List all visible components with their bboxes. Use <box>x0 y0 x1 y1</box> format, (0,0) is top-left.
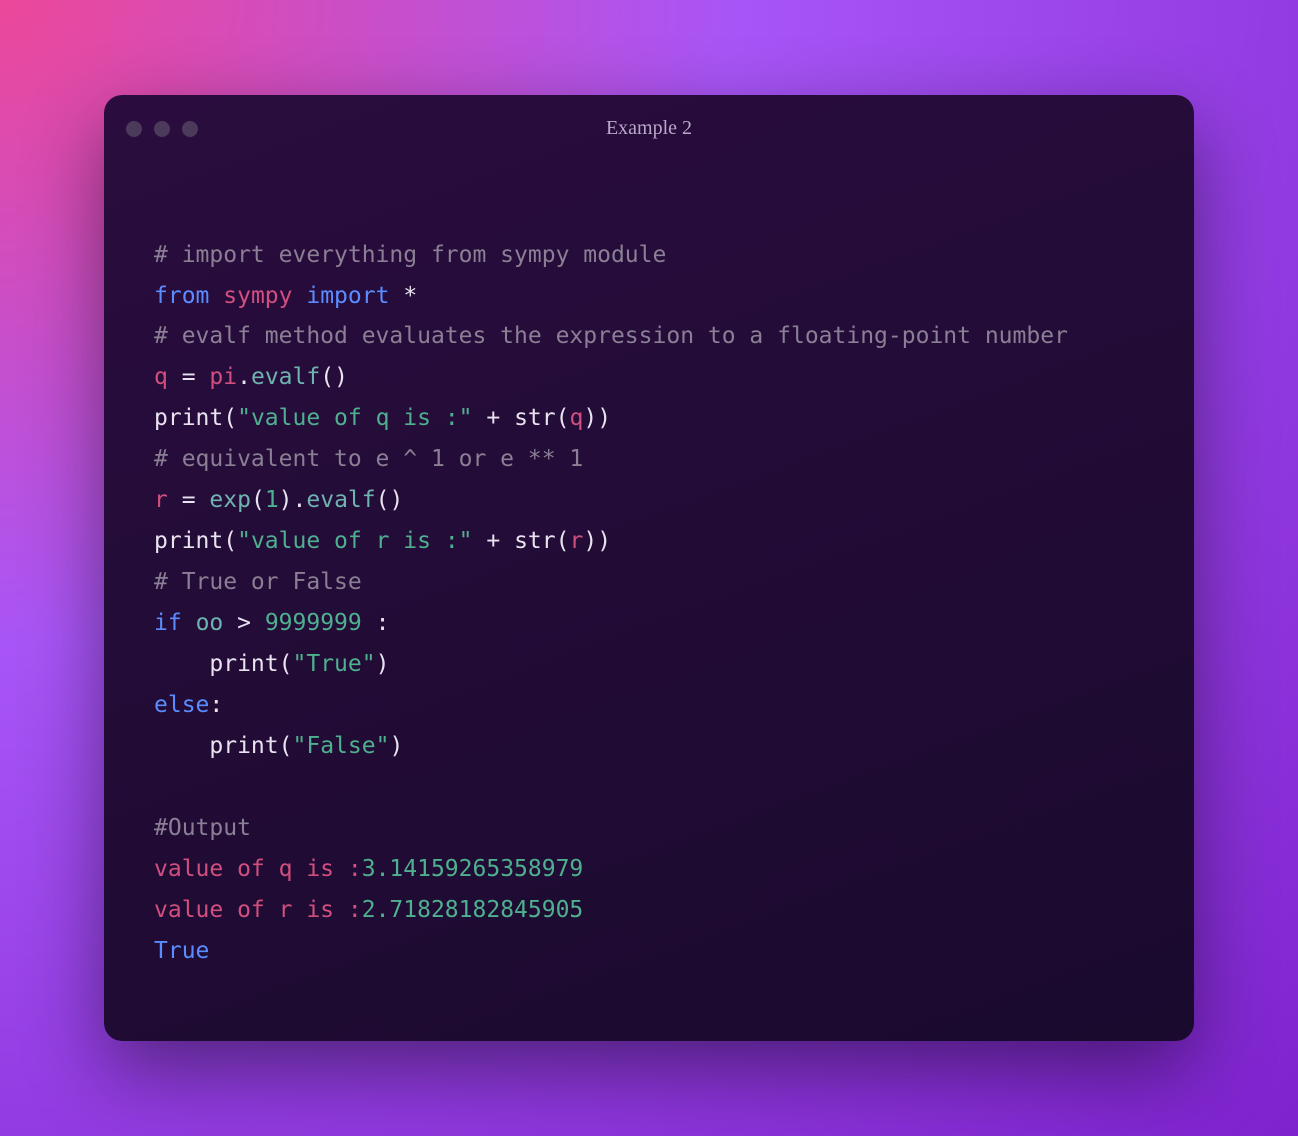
rparen: ) <box>334 364 348 390</box>
minimize-icon[interactable] <box>154 121 170 137</box>
exp-call: exp <box>209 487 251 513</box>
print-call: print <box>209 733 278 759</box>
colon: : <box>362 610 390 636</box>
lparen: ( <box>556 528 570 554</box>
string-literal: "value of r is :" <box>237 528 472 554</box>
assign-op: = <box>168 364 210 390</box>
print-call: print <box>209 651 278 677</box>
lparen: ( <box>223 405 237 431</box>
window-title: Example 2 <box>104 117 1194 140</box>
output-line: True <box>154 938 209 964</box>
var-q: q <box>569 405 583 431</box>
code-comment: #Output <box>154 815 251 841</box>
rparen: ) <box>389 733 403 759</box>
rparen: ) <box>597 405 611 431</box>
lparen: ( <box>279 651 293 677</box>
code-comment: # True or False <box>154 569 362 595</box>
output-value: 2.71828182845905 <box>362 897 584 923</box>
lparen: ( <box>376 487 390 513</box>
colon: : <box>209 692 223 718</box>
code-comment: # import everything from sympy module <box>154 242 666 268</box>
string-literal: "True" <box>293 651 376 677</box>
window-controls <box>126 121 198 137</box>
gt-op: > <box>223 610 265 636</box>
evalf-call: evalf <box>251 364 320 390</box>
rparen: ) <box>376 651 390 677</box>
oo-ident: oo <box>196 610 224 636</box>
print-call: print <box>154 405 223 431</box>
var-r: r <box>154 487 168 513</box>
module-name: sympy <box>223 283 292 309</box>
print-call: print <box>154 528 223 554</box>
star-op: * <box>403 283 417 309</box>
indent <box>154 733 209 759</box>
number-literal: 9999999 <box>265 610 362 636</box>
rparen: ) <box>583 405 597 431</box>
close-icon[interactable] <box>126 121 142 137</box>
titlebar: Example 2 <box>104 95 1194 145</box>
keyword-else: else <box>154 692 209 718</box>
string-literal: "False" <box>293 733 390 759</box>
lparen: ( <box>223 528 237 554</box>
rparen: ) <box>279 487 293 513</box>
lparen: ( <box>556 405 570 431</box>
code-comment: # evalf method evaluates the expression … <box>154 323 1068 349</box>
output-line: value of q is : <box>154 856 362 882</box>
keyword-if: if <box>154 610 182 636</box>
string-literal: "value of q is :" <box>237 405 472 431</box>
lparen: ( <box>251 487 265 513</box>
dot-op: . <box>293 487 307 513</box>
plus-op: + <box>473 405 515 431</box>
str-call: str <box>514 405 556 431</box>
output-value: 3.14159265358979 <box>362 856 584 882</box>
code-block: # import everything from sympy module fr… <box>104 145 1194 1042</box>
rparen: ) <box>390 487 404 513</box>
number-literal: 1 <box>265 487 279 513</box>
lparen: ( <box>320 364 334 390</box>
code-window: Example 2 # import everything from sympy… <box>104 95 1194 1042</box>
keyword-from: from <box>154 283 209 309</box>
evalf-call: evalf <box>306 487 375 513</box>
indent <box>154 651 209 677</box>
code-comment: # equivalent to e ^ 1 or e ** 1 <box>154 446 583 472</box>
plus-op: + <box>473 528 515 554</box>
assign-op: = <box>168 487 210 513</box>
var-q: q <box>154 364 168 390</box>
output-line: value of r is : <box>154 897 362 923</box>
maximize-icon[interactable] <box>182 121 198 137</box>
rparen: ) <box>597 528 611 554</box>
str-call: str <box>514 528 556 554</box>
var-r: r <box>569 528 583 554</box>
keyword-import: import <box>306 283 389 309</box>
dot-op: . <box>237 364 251 390</box>
rparen: ) <box>583 528 597 554</box>
lparen: ( <box>279 733 293 759</box>
pi-ident: pi <box>209 364 237 390</box>
